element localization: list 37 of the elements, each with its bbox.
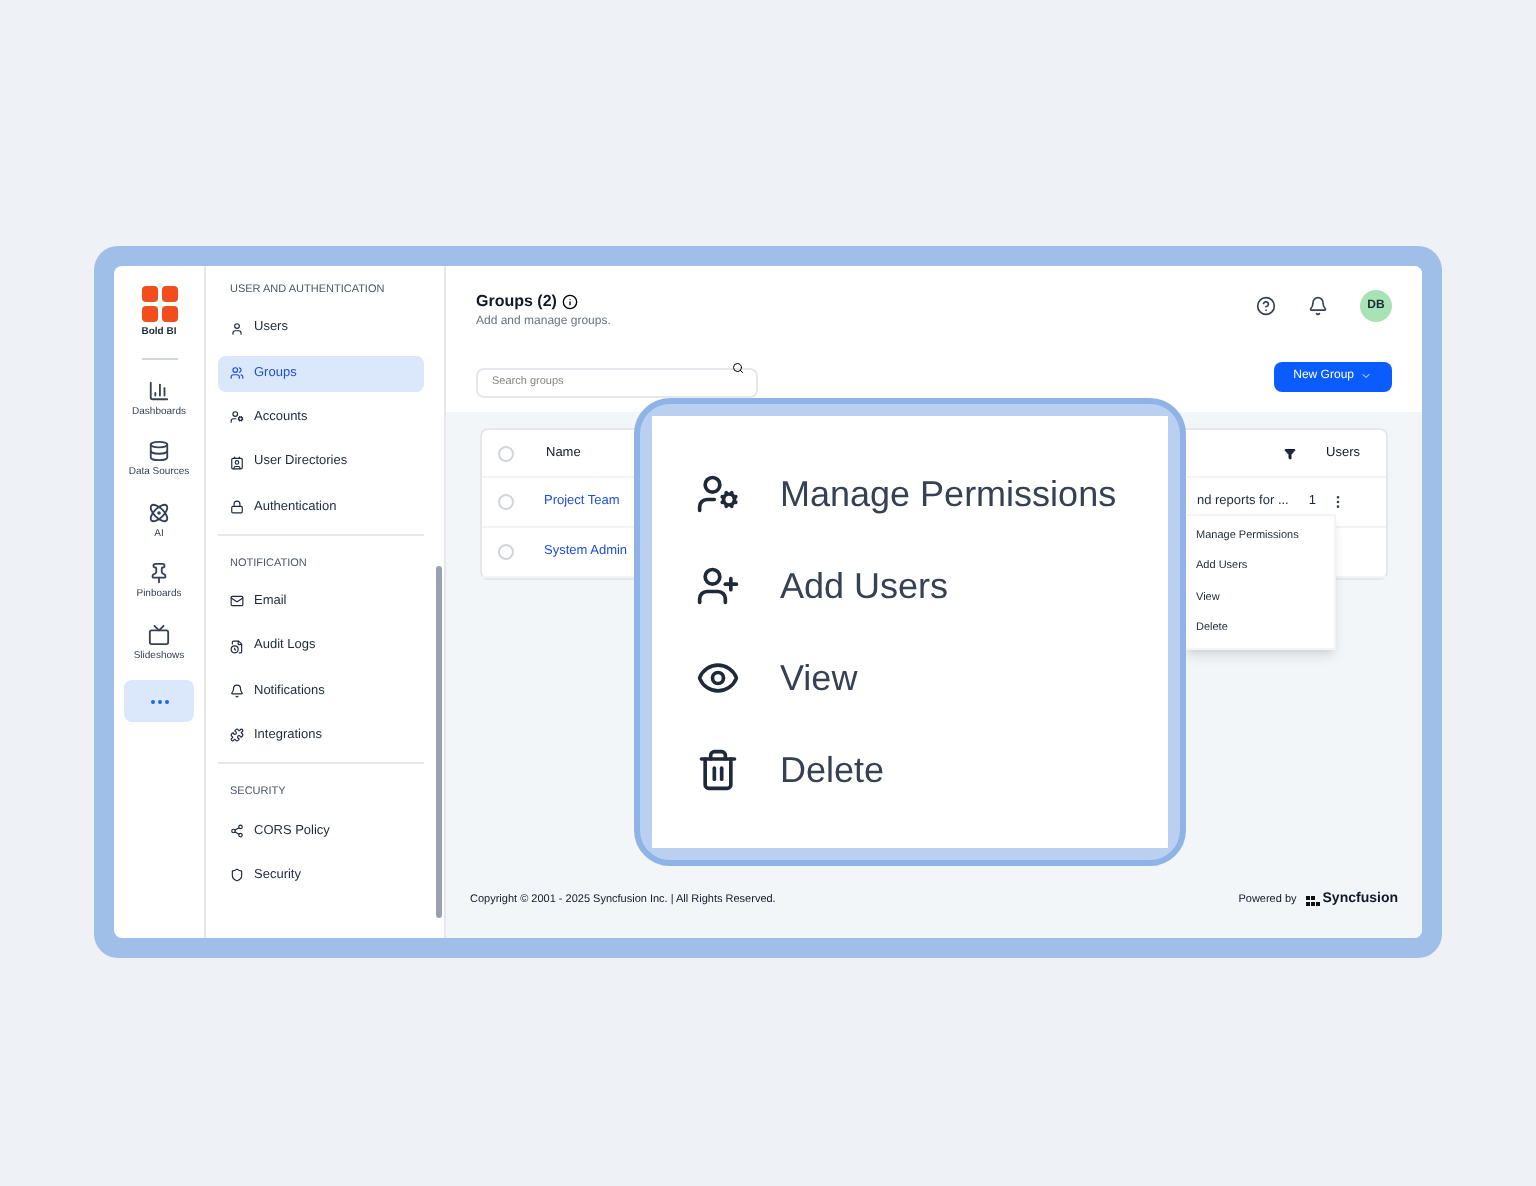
- scrollbar[interactable]: [436, 566, 442, 918]
- bell-icon[interactable]: [1308, 296, 1328, 316]
- logo-icon: [141, 286, 177, 322]
- share-icon: [230, 823, 244, 838]
- callout-menu-item[interactable]: Delete: [696, 734, 1168, 806]
- caret-icon: [1360, 370, 1372, 382]
- trash-icon: [696, 748, 740, 792]
- user-gear-icon: [696, 472, 740, 516]
- dots-icon: [1306, 893, 1321, 907]
- user-icon: [230, 321, 244, 336]
- info-icon: [562, 294, 579, 310]
- mail-icon: [230, 594, 244, 609]
- callout-menu-item[interactable]: View: [696, 642, 1168, 714]
- callout-menu-item[interactable]: Add Users: [696, 550, 1168, 622]
- more-button[interactable]: [124, 680, 194, 722]
- tv-icon: [148, 623, 170, 645]
- bell-icon: [230, 684, 244, 699]
- atom-icon: [148, 501, 170, 523]
- bar-chart-icon: [148, 379, 170, 401]
- help-icon[interactable]: [1256, 296, 1276, 316]
- users-icon: [230, 366, 244, 381]
- checkbox[interactable]: [498, 494, 514, 510]
- log-file-icon: [230, 639, 244, 654]
- filter-icon[interactable]: [1284, 447, 1297, 459]
- database-icon: [148, 440, 170, 462]
- user-plus-icon: [696, 564, 740, 608]
- lock-icon: [230, 499, 244, 514]
- puzzle-icon: [230, 728, 244, 743]
- callout-menu-item[interactable]: Manage Permissions: [696, 458, 1168, 530]
- contact-card-icon: [230, 455, 244, 470]
- user-gear-icon: [230, 410, 244, 425]
- shield-icon: [230, 868, 244, 883]
- pin-icon: [148, 562, 170, 584]
- checkbox[interactable]: [498, 544, 514, 560]
- search-icon: [732, 361, 744, 373]
- page-title: Groups (2): [476, 290, 557, 314]
- checkbox[interactable]: [498, 445, 514, 461]
